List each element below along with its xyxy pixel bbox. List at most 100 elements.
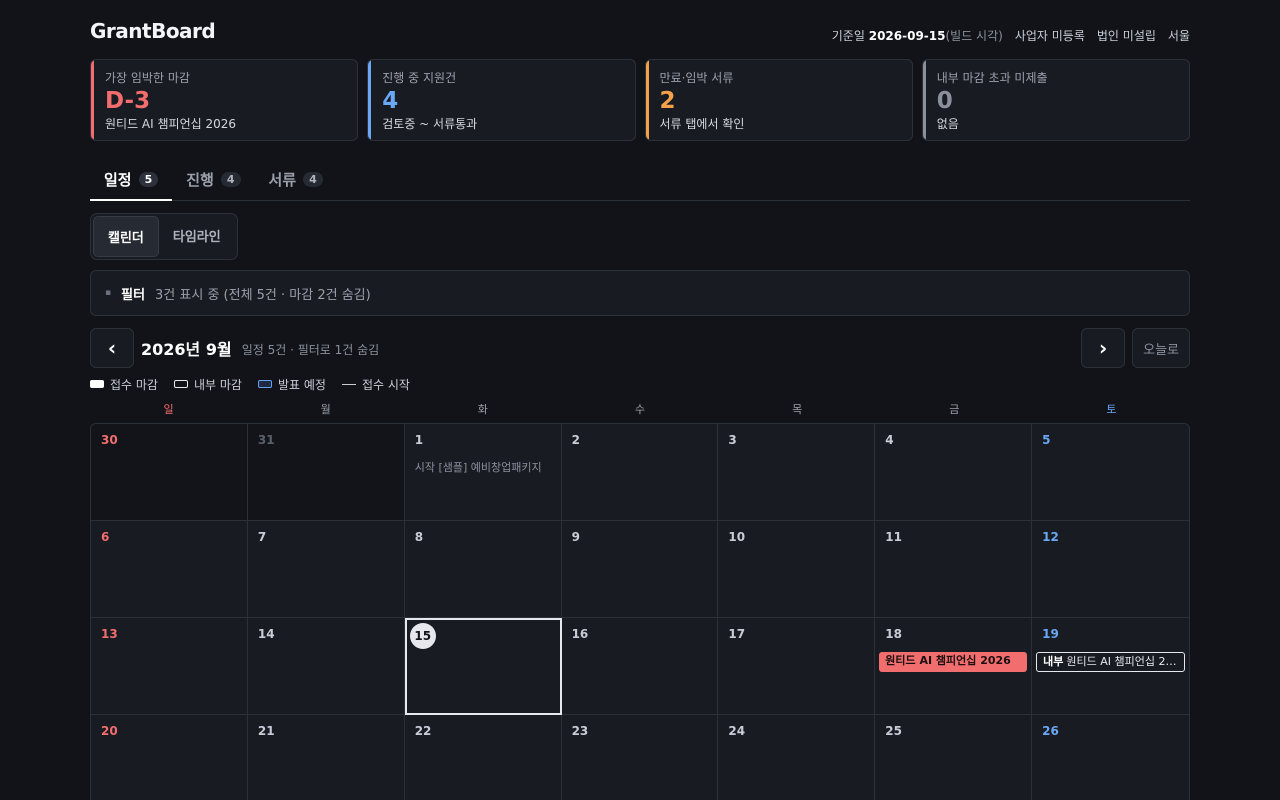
day-number: 5 bbox=[1042, 433, 1051, 447]
filter-summary: 3건 표시 중 (전체 5건 · 마감 2건 숨김) bbox=[155, 287, 371, 303]
tab-schedule[interactable]: 일정 5 bbox=[90, 159, 173, 201]
calendar-day[interactable]: 6 bbox=[91, 521, 248, 618]
tab-label: 일정 bbox=[104, 171, 132, 189]
event-chip-internal-deadline[interactable]: 내부 원티드 AI 챔피언십 2026 bbox=[1036, 652, 1185, 672]
calendar-day[interactable]: 8 bbox=[404, 521, 562, 618]
day-number: 16 bbox=[571, 627, 589, 641]
day-number: 10 bbox=[728, 530, 746, 544]
legend-swatch-line bbox=[341, 383, 356, 385]
legend-item-deadline: 접수 마감 bbox=[90, 376, 158, 393]
legend-swatch-blue bbox=[257, 380, 272, 388]
calendar-day[interactable]: 31 bbox=[247, 424, 405, 521]
weekday-mon: 월 bbox=[320, 403, 331, 416]
legend-item-internal-deadline: 내부 마감 bbox=[173, 376, 242, 393]
calendar-day[interactable]: 10 bbox=[718, 521, 876, 618]
day-number: 17 bbox=[728, 627, 746, 641]
calendar-day[interactable]: 9 bbox=[561, 521, 719, 618]
chevron-left-icon: ‹ bbox=[107, 336, 117, 360]
legend-label: 내부 마감 bbox=[193, 377, 242, 392]
calendar-day[interactable]: 18 원티드 AI 챔피언십 2026 bbox=[875, 618, 1033, 715]
stat-card-value: 2 bbox=[659, 88, 676, 114]
calendar-day[interactable]: 21 bbox=[247, 715, 405, 800]
day-number: 19 bbox=[1042, 627, 1059, 641]
day-number: 20 bbox=[101, 724, 118, 738]
day-number: 11 bbox=[885, 530, 902, 544]
legend-item-announcement: 발표 예정 bbox=[257, 376, 326, 393]
legend-swatch-solid bbox=[90, 380, 104, 388]
tab-count-badge: 4 bbox=[220, 172, 241, 187]
event-chip-deadline[interactable]: 원티드 AI 챔피언십 2026 bbox=[879, 652, 1028, 672]
app-header: GrantBoard 기준일 2026-09-15(빌드 시각) 사업자 미등록… bbox=[90, 0, 1190, 58]
stat-card-value: 0 bbox=[936, 88, 953, 114]
stat-card-label: 진행 중 지원건 bbox=[382, 71, 457, 85]
filter-bar[interactable]: ▪ 필터 3건 표시 중 (전체 5건 · 마감 2건 숨김) bbox=[90, 270, 1190, 316]
calendar-day[interactable]: 2 bbox=[561, 424, 719, 521]
calendar-day-today[interactable]: 15 bbox=[404, 618, 562, 715]
tab-label: 서류 bbox=[268, 171, 297, 189]
stat-card-value: D-3 bbox=[105, 88, 151, 114]
event-start-label[interactable]: 시작 [샘플] 예비창업패키지 bbox=[415, 459, 557, 475]
calendar-day[interactable]: 30 bbox=[91, 424, 248, 521]
day-number: 12 bbox=[1042, 530, 1059, 544]
stat-card-value: 4 bbox=[382, 88, 399, 114]
weekday-fri: 금 bbox=[949, 403, 960, 416]
calendar-day[interactable]: 16 bbox=[561, 618, 719, 715]
calendar-day[interactable]: 12 bbox=[1032, 521, 1189, 618]
brand-logo[interactable]: GrantBoard bbox=[90, 19, 216, 43]
event-chip-tag: 내부 bbox=[1043, 655, 1064, 668]
today-button[interactable]: 오늘로 bbox=[1132, 328, 1190, 368]
filter-label: 필터 bbox=[121, 287, 146, 303]
event-chip-text: 원티드 AI 챔피언십 2026 bbox=[1066, 655, 1185, 668]
base-date-value: 2026-09-15 bbox=[868, 28, 946, 43]
calendar-day[interactable]: 1 시작 [샘플] 예비창업패키지 bbox=[404, 424, 562, 521]
calendar-day[interactable]: 20 bbox=[91, 715, 248, 800]
calendar-day[interactable]: 4 bbox=[875, 424, 1033, 521]
calendar-day[interactable]: 24 bbox=[718, 715, 876, 800]
day-number: 30 bbox=[101, 433, 118, 447]
prev-month-button[interactable]: ‹ bbox=[90, 328, 134, 368]
day-number: 23 bbox=[571, 724, 589, 738]
month-summary: 일정 5건 · 필터로 1건 숨김 bbox=[241, 343, 380, 357]
calendar-day[interactable]: 11 bbox=[875, 521, 1033, 618]
stat-card-nearest-deadline: 가장 임박한 마감 D-3 원티드 AI 챔피언십 2026 bbox=[90, 59, 359, 141]
day-number: 31 bbox=[257, 433, 275, 447]
calendar-day[interactable]: 22 bbox=[404, 715, 562, 800]
legend-label: 접수 시작 bbox=[361, 377, 410, 392]
month-title: 2026년 9월 bbox=[141, 340, 232, 359]
stat-card-label: 만료·임박 서류 bbox=[659, 71, 734, 85]
legend-label: 접수 마감 bbox=[110, 377, 158, 392]
day-number: 25 bbox=[885, 724, 902, 738]
calendar-day[interactable]: 7 bbox=[247, 521, 405, 618]
calendar-day[interactable]: 14 bbox=[247, 618, 405, 715]
calendar-day[interactable]: 26 bbox=[1032, 715, 1189, 800]
build-note: (빌드 시각) bbox=[945, 28, 1003, 43]
legend-item-application-start: 접수 시작 bbox=[341, 376, 410, 393]
stat-card-label: 가장 임박한 마감 bbox=[105, 71, 190, 85]
next-month-button[interactable]: › bbox=[1081, 328, 1126, 368]
tab-documents[interactable]: 서류 4 bbox=[255, 159, 337, 200]
calendar-day[interactable]: 25 bbox=[875, 715, 1033, 800]
view-timeline-button[interactable]: 타임라인 bbox=[159, 216, 235, 257]
stat-card-overdue-internal: 내부 마감 초과 미제출 0 없음 bbox=[921, 59, 1190, 141]
base-date-label: 기준일 bbox=[831, 28, 865, 43]
base-date: 기준일 2026-09-15(빌드 시각) bbox=[832, 27, 1003, 44]
day-number: 15 bbox=[409, 623, 436, 649]
day-number: 4 bbox=[885, 433, 894, 447]
weekday-tue: 화 bbox=[477, 403, 488, 416]
legend-label: 발표 예정 bbox=[277, 377, 326, 392]
calendar-day[interactable]: 3 bbox=[718, 424, 876, 521]
event-chip-text: 원티드 AI 챔피언십 2026 bbox=[885, 654, 1011, 667]
calendar-day[interactable]: 17 bbox=[718, 618, 876, 715]
weekday-sat: 토 bbox=[1106, 403, 1117, 416]
day-number: 7 bbox=[257, 530, 267, 544]
calendar-day[interactable]: 5 bbox=[1032, 424, 1189, 521]
calendar-day[interactable]: 19 내부 원티드 AI 챔피언십 2026 bbox=[1032, 618, 1189, 715]
calendar-day[interactable]: 23 bbox=[561, 715, 719, 800]
tab-label: 진행 bbox=[186, 171, 214, 189]
calendar-grid: 30 31 1 시작 [샘플] 예비창업패키지 2 3 4 5 6 7 8 9 10 11 12 13 14 15… bbox=[90, 423, 1190, 800]
view-calendar-button[interactable]: 캘린더 bbox=[93, 216, 159, 257]
tag-corporation: 법인 미설립 bbox=[1096, 28, 1156, 43]
calendar-day[interactable]: 13 bbox=[91, 618, 248, 715]
tab-progress[interactable]: 진행 4 bbox=[172, 159, 254, 200]
day-number: 1 bbox=[414, 433, 424, 447]
